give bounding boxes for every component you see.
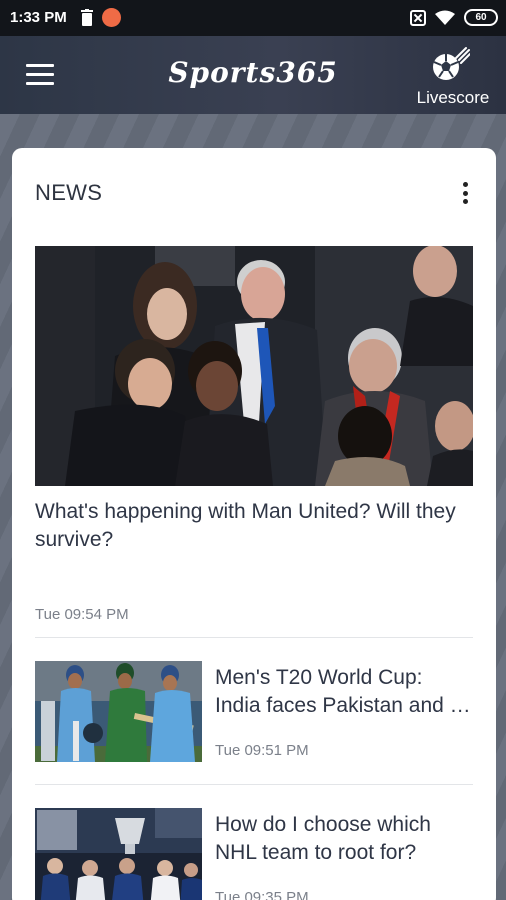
more-options-button[interactable] xyxy=(456,180,474,206)
news-item-time: Tue 09:51 PM xyxy=(215,742,309,759)
status-time: 1:33 PM xyxy=(10,9,67,26)
news-item-title: Men's T20 World Cup: India faces Pakista… xyxy=(215,664,473,720)
news-item-title-line2: India faces Pakistan and more xyxy=(215,694,473,717)
livescore-label: Livescore xyxy=(416,88,490,107)
battery-indicator: 60 xyxy=(464,9,498,26)
news-thumbnail xyxy=(35,808,202,900)
notification-dot-icon xyxy=(102,8,121,27)
featured-news-title[interactable]: What's happening with Man United? Will t… xyxy=(35,498,465,554)
featured-news-time: Tue 09:54 PM xyxy=(35,606,129,623)
trash-icon xyxy=(81,9,93,26)
status-indicators: 60 xyxy=(410,9,498,26)
featured-news-image[interactable] xyxy=(35,246,473,486)
soccer-ball-icon xyxy=(433,47,470,80)
news-item-title-line1: How do I choose which xyxy=(215,813,431,836)
news-item-title: How do I choose which NHL team to root f… xyxy=(215,811,473,867)
livescore-button[interactable]: Livescore xyxy=(410,40,496,108)
divider xyxy=(35,637,473,638)
sim-icon xyxy=(410,9,426,26)
app-bar: Sports365 Livescore xyxy=(0,36,506,114)
status-bar: 1:33 PM 60 xyxy=(0,0,506,36)
news-card: NEWS What's happening with Man United? W… xyxy=(12,148,496,900)
news-item-time: Tue 09:35 PM xyxy=(215,889,309,900)
news-item-title-line2: NHL team to root for? xyxy=(215,841,417,864)
news-thumbnail xyxy=(35,661,202,762)
section-title: NEWS xyxy=(35,180,103,205)
news-item-title-line1: Men's T20 World Cup: xyxy=(215,666,423,689)
news-list-item[interactable]: Men's T20 World Cup: India faces Pakista… xyxy=(35,661,473,765)
more-vertical-icon xyxy=(462,182,468,187)
news-list-item[interactable]: How do I choose which NHL team to root f… xyxy=(35,808,473,900)
wifi-icon xyxy=(435,10,455,25)
divider xyxy=(35,784,473,785)
